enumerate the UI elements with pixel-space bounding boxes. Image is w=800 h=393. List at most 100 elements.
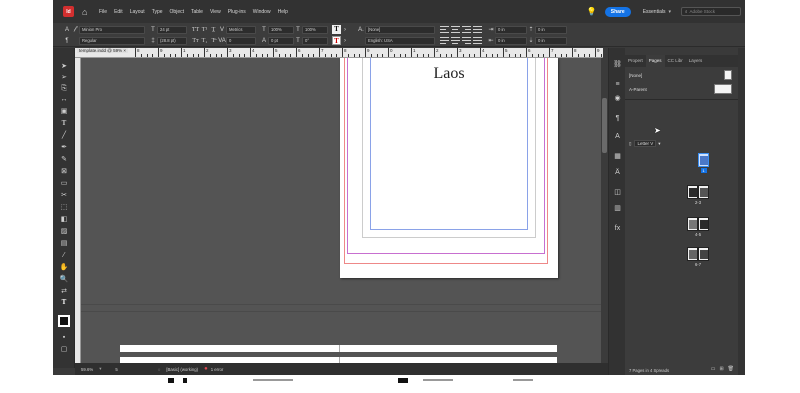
close-icon[interactable]: × (123, 48, 126, 53)
table-icon[interactable]: ▦ (613, 152, 622, 161)
space-before-field[interactable]: 0 in (535, 25, 567, 34)
font-size-field[interactable]: 24 pt (157, 25, 187, 34)
selection-tool-icon[interactable]: ➤ (59, 62, 69, 71)
menu-table[interactable]: Table (191, 9, 203, 15)
screen-mode-icon[interactable]: ▢ (59, 345, 69, 354)
line-tool-icon[interactable]: ╱ (59, 131, 69, 140)
object-styles-icon[interactable]: ◫ (613, 188, 622, 197)
chevron-right-icon[interactable]: › (341, 27, 349, 33)
spread-1[interactable]: 1 (698, 153, 709, 173)
align-justify-button[interactable] (473, 26, 482, 33)
menu-plugins[interactable]: Plug-ins (228, 9, 246, 15)
page-thumbnail[interactable] (698, 153, 709, 167)
text-wrap-icon[interactable]: ▥ (613, 204, 622, 213)
horizontal-ruler[interactable]: template.indd @ 59% × 8 9 1 2 3 4 5 6 7 8 9 0 1 2 3 4 5 6… (75, 48, 603, 58)
justify-all-button[interactable] (473, 37, 482, 44)
chevron-down-icon[interactable]: ▾ (668, 9, 671, 15)
char-style-field[interactable]: [None] (365, 25, 435, 34)
justify-center-button[interactable] (451, 37, 460, 44)
rectangle-tool-icon[interactable]: ▭ (59, 179, 69, 188)
text-fill-swatch[interactable]: T (332, 25, 341, 34)
right-indent-field[interactable]: 0 in (495, 36, 527, 45)
scroll-thumb[interactable] (602, 98, 607, 153)
new-page-icon[interactable]: ⊞ (719, 366, 723, 372)
chevron-down-icon[interactable]: ▾ (99, 366, 101, 372)
superscript-button[interactable]: T¹ (200, 27, 209, 33)
gradient-feather-tool-icon[interactable]: ▨ (59, 227, 69, 236)
tab-cc-libraries[interactable]: CC Libr (665, 55, 686, 67)
strikethrough-button[interactable]: T̶ (209, 38, 218, 44)
menu-layout[interactable]: Layout (130, 9, 145, 15)
tab-layers[interactable]: Layers (686, 55, 706, 67)
links-icon[interactable]: ⛓ (613, 60, 622, 69)
error-icon[interactable]: ● (204, 366, 208, 372)
skew-field[interactable]: 0° (302, 36, 328, 45)
preflight-icon[interactable]: ◌ (158, 367, 161, 372)
type-tool-icon[interactable]: T (59, 119, 69, 128)
page-thumbnail[interactable] (687, 217, 698, 231)
error-count[interactable]: 1 error (211, 367, 224, 372)
page-thumbnail[interactable] (687, 247, 698, 261)
stroke-icon[interactable]: ≡ (613, 80, 622, 89)
page-thumbnail[interactable] (698, 247, 709, 261)
all-caps-button[interactable]: TT (191, 27, 200, 33)
document-tab[interactable]: template.indd @ 59% × (77, 48, 128, 53)
gap-tool-icon[interactable]: ↔ (59, 95, 69, 104)
underline-button[interactable]: T̲ (209, 27, 218, 33)
preflight-profile[interactable]: [Basic] (working) (166, 367, 198, 372)
font-style-field[interactable]: Regular (79, 36, 145, 45)
menu-view[interactable]: View (210, 9, 221, 15)
spread-4-5[interactable]: 4-5 (687, 217, 709, 237)
workspace-switcher[interactable]: Essentials (643, 9, 666, 15)
free-transform-tool-icon[interactable]: ⬚ (59, 203, 69, 212)
paragraph-styles-icon[interactable]: ¶ (613, 114, 622, 123)
menu-object[interactable]: Object (170, 9, 184, 15)
hand-tool-icon[interactable]: ✋ (59, 263, 69, 272)
v-scale-field[interactable]: 100% (302, 25, 328, 34)
menu-edit[interactable]: Edit (114, 9, 123, 15)
menu-help[interactable]: Help (278, 9, 288, 15)
font-family-field[interactable]: Minion Pro (79, 25, 145, 34)
formatting-text-icon[interactable]: T (59, 298, 69, 307)
chevron-right-icon[interactable]: › (341, 38, 349, 44)
swatches-icon[interactable]: ◉ (613, 94, 622, 103)
paragraph-mode-icon[interactable]: ¶ (63, 38, 71, 44)
text-stroke-swatch[interactable]: T (332, 36, 341, 45)
zoom-tool-icon[interactable]: 🔍 (59, 275, 69, 284)
chevron-down-icon[interactable]: ▾ (658, 141, 660, 147)
subscript-button[interactable]: T₁ (200, 38, 209, 44)
vertical-scrollbar[interactable] (601, 58, 608, 363)
next-spread-top[interactable] (120, 345, 557, 352)
zoom-level[interactable]: 59.6% (81, 367, 93, 372)
align-towards-spine-button[interactable] (440, 37, 449, 44)
master-none[interactable]: [None] (625, 69, 738, 81)
character-mode-icon[interactable]: A (63, 27, 71, 33)
apply-color-icon[interactable]: ▪ (59, 333, 69, 342)
pen-tool-icon[interactable]: ✒ (59, 143, 69, 152)
page-thumbnail[interactable] (698, 185, 709, 199)
edit-page-size-icon[interactable]: ▭ (711, 366, 716, 372)
gradient-tool-icon[interactable]: ◧ (59, 215, 69, 224)
small-caps-button[interactable]: Tт (191, 38, 200, 44)
panel-divider[interactable] (625, 99, 738, 100)
kerning-field[interactable]: Metrics (226, 25, 256, 34)
tab-pages[interactable]: Pages (645, 55, 665, 67)
effects-icon[interactable]: fx (613, 224, 622, 233)
page-size-select[interactable]: Letter V (634, 140, 657, 147)
h-scale-field[interactable]: 100% (268, 25, 294, 34)
document-canvas[interactable]: Laos (81, 58, 601, 363)
baseline-field[interactable]: 0 pt (268, 36, 294, 45)
document-page[interactable]: Laos (340, 58, 558, 278)
home-icon[interactable]: ⌂ (82, 7, 92, 17)
left-indent-field[interactable]: 0 in (495, 25, 527, 34)
justify-right-button[interactable] (462, 37, 471, 44)
leading-field[interactable]: (28.8 pt) (157, 36, 187, 45)
rectangle-frame-tool-icon[interactable]: ⊠ (59, 167, 69, 176)
pencil-tool-icon[interactable]: ✎ (59, 155, 69, 164)
menu-file[interactable]: File (99, 9, 107, 15)
master-a-parent[interactable]: A-Parent (625, 83, 738, 95)
fill-swatch[interactable] (58, 315, 70, 327)
glyphs-icon[interactable]: Ä (613, 168, 622, 177)
note-tool-icon[interactable]: ▤ (59, 239, 69, 248)
content-collector-icon[interactable]: ▣ (59, 107, 69, 116)
